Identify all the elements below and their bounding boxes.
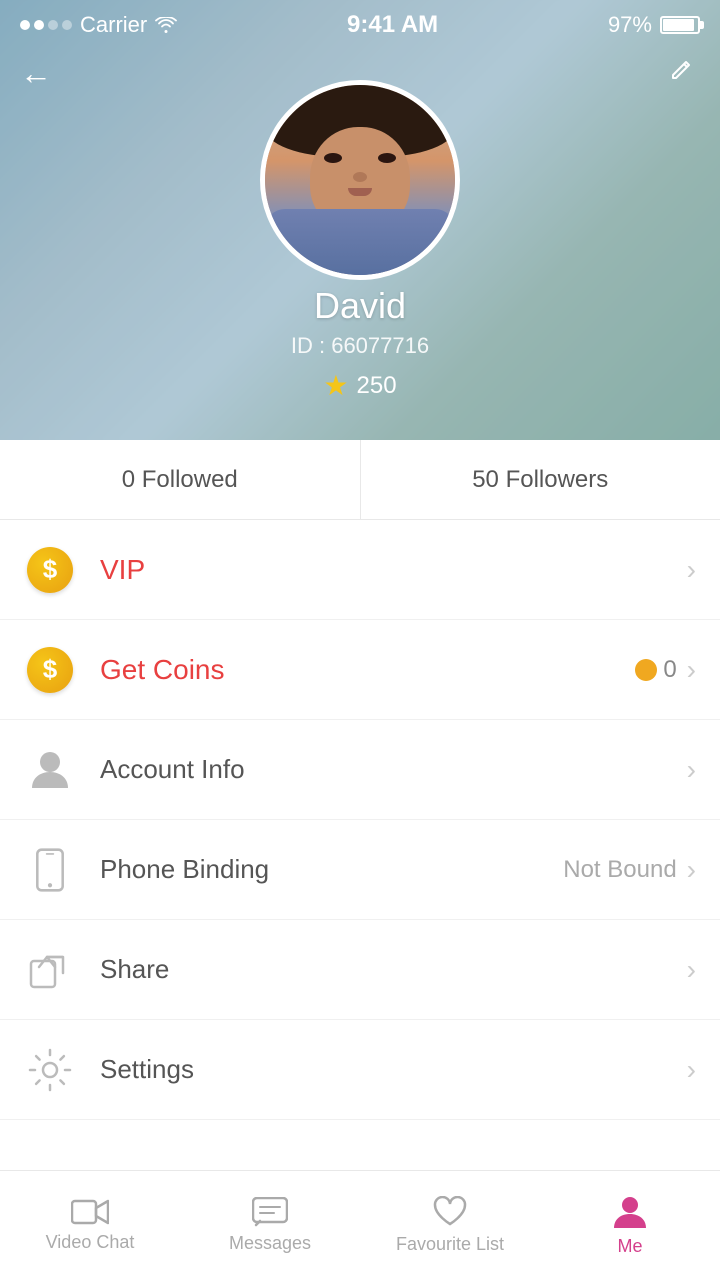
signal-dots — [20, 20, 72, 30]
edit-button[interactable] — [670, 55, 696, 81]
get-coins-right: 0 › — [635, 654, 696, 686]
score-value: 250 — [357, 372, 397, 400]
coin-icon-coins: $ — [27, 647, 73, 693]
get-coins-icon: $ — [24, 644, 76, 696]
avatar-container — [260, 80, 460, 280]
wifi-icon — [155, 17, 177, 33]
profile-score: ★ 250 — [0, 369, 720, 402]
chevron-icon: › — [687, 654, 696, 686]
status-left: Carrier — [20, 12, 177, 38]
get-coins-menu-item[interactable]: $ Get Coins 0 › — [0, 620, 720, 720]
share-label: Share — [100, 954, 687, 985]
signal-dot-1 — [20, 20, 30, 30]
phone-binding-menu-item[interactable]: Phone Binding Not Bound › — [0, 820, 720, 920]
settings-chevron: › — [687, 1054, 696, 1086]
tab-favourite-list[interactable]: Favourite List — [360, 1196, 540, 1255]
avatar — [260, 80, 460, 280]
signal-dot-4 — [62, 20, 72, 30]
account-info-menu-item[interactable]: Account Info › — [0, 720, 720, 820]
account-info-chevron: › — [687, 754, 696, 786]
menu-list: $ VIP › $ Get Coins 0 › — [0, 520, 720, 1120]
chevron-icon: › — [687, 854, 696, 886]
chevron-icon: › — [687, 554, 696, 586]
signal-dot-2 — [34, 20, 44, 30]
coins-count-badge: 0 — [635, 656, 676, 684]
favourite-list-icon — [433, 1196, 467, 1228]
vip-label: VIP — [100, 554, 687, 586]
followed-label: Followed — [142, 466, 238, 494]
carrier-label: Carrier — [80, 12, 147, 38]
share-chevron: › — [687, 954, 696, 986]
coin-icon-vip: $ — [27, 547, 73, 593]
account-info-label: Account Info — [100, 754, 687, 785]
settings-menu-item[interactable]: Settings › — [0, 1020, 720, 1120]
profile-id: ID : 66077716 — [0, 333, 720, 359]
phone-icon — [24, 844, 76, 896]
phone-binding-right: Not Bound › — [563, 854, 696, 886]
chevron-icon: › — [687, 1054, 696, 1086]
not-bound-status: Not Bound — [563, 856, 676, 884]
followers-label: Followers — [506, 466, 609, 494]
profile-header: ← David — [0, 0, 720, 440]
favourite-list-label: Favourite List — [396, 1234, 504, 1255]
tab-me[interactable]: Me — [540, 1194, 720, 1257]
bottom-navigation: Video Chat Messages Favourite List — [0, 1170, 720, 1280]
back-button[interactable]: ← — [20, 55, 52, 92]
status-bar: Carrier 9:41 AM 97% — [0, 0, 720, 50]
phone-binding-label: Phone Binding — [100, 854, 563, 885]
signal-dot-3 — [48, 20, 58, 30]
status-time: 9:41 AM — [347, 11, 438, 39]
followed-stat[interactable]: 0 Followed — [0, 440, 361, 519]
coins-count-value: 0 — [663, 656, 676, 684]
vip-chevron: › — [687, 554, 696, 586]
profile-info: David ID : 66077716 ★ 250 — [0, 285, 720, 402]
messages-icon — [252, 1197, 288, 1227]
account-icon — [24, 744, 76, 796]
settings-label: Settings — [100, 1054, 687, 1085]
stats-row: 0 Followed 50 Followers — [0, 440, 720, 520]
share-icon — [24, 944, 76, 996]
tab-video-chat[interactable]: Video Chat — [0, 1198, 180, 1253]
battery-percent: 97% — [608, 12, 652, 38]
battery-fill — [663, 19, 694, 31]
followers-stat[interactable]: 50 Followers — [361, 440, 720, 519]
get-coins-label: Get Coins — [100, 654, 635, 686]
video-chat-icon — [71, 1198, 109, 1226]
share-menu-item[interactable]: Share › — [0, 920, 720, 1020]
star-icon: ★ — [323, 369, 348, 402]
settings-icon — [24, 1044, 76, 1096]
chevron-icon: › — [687, 754, 696, 786]
chevron-icon: › — [687, 954, 696, 986]
followed-count: 0 — [122, 466, 135, 494]
video-chat-label: Video Chat — [46, 1232, 135, 1253]
profile-name: David — [0, 285, 720, 327]
me-icon — [613, 1194, 647, 1230]
vip-icon: $ — [24, 544, 76, 596]
battery-icon — [660, 16, 700, 34]
tab-messages[interactable]: Messages — [180, 1197, 360, 1254]
vip-menu-item[interactable]: $ VIP › — [0, 520, 720, 620]
me-label: Me — [617, 1236, 642, 1257]
followers-count: 50 — [472, 466, 499, 494]
coin-dot — [635, 659, 657, 681]
messages-label: Messages — [229, 1233, 311, 1254]
status-right: 97% — [608, 12, 700, 38]
